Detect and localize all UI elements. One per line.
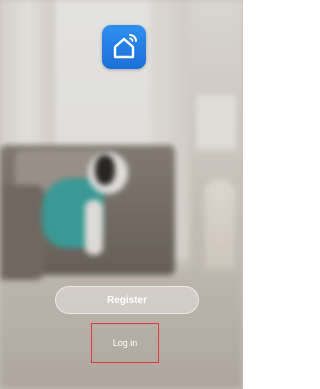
register-button[interactable]: Register [55,286,199,314]
login-button[interactable]: Log in [91,323,159,363]
smart-home-icon [113,34,137,59]
app-logo [102,25,146,69]
welcome-screen: Register Log in [0,0,243,389]
